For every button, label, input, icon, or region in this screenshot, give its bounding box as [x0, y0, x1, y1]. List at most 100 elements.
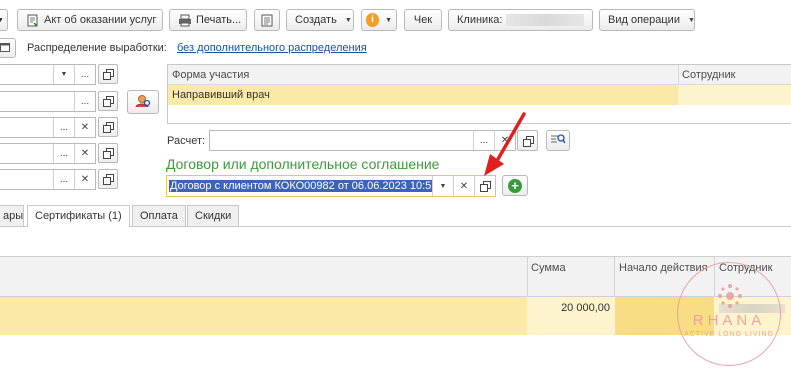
watermark-tagline: ACTIVE LONG LIVING [684, 331, 774, 338]
chevron-down-icon[interactable]: ▼ [432, 176, 453, 196]
tab-certificates-label: Сертификаты (1) [35, 210, 122, 222]
report-icon [260, 14, 274, 27]
red-arrow-annotation [484, 112, 526, 176]
calc-label: Расчет: [167, 135, 206, 147]
chevron-down-icon: ▼ [385, 16, 392, 24]
row-sum-cell: 20 000,00 [561, 302, 610, 314]
open-button[interactable] [98, 91, 118, 111]
col-start-header[interactable]: Начало действия [619, 262, 708, 274]
left-field-2-value [0, 92, 74, 111]
operation-type-button[interactable]: Вид операции ▼ [599, 9, 695, 31]
distribution-label: Распределение выработки: [27, 42, 167, 54]
document-arrow-icon [26, 14, 40, 27]
col-employee-header[interactable]: Сотрудник [682, 69, 735, 81]
calc-value [210, 131, 473, 150]
dna-emblem-icon [718, 284, 742, 308]
contract-title: Договор или дополнительное соглашение [166, 156, 440, 172]
clear-icon[interactable]: ✕ [74, 118, 95, 137]
add-contract-button[interactable]: + [502, 175, 528, 196]
clinic-button[interactable]: Клиника: [448, 9, 593, 31]
ellipsis-icon[interactable]: ... [53, 170, 74, 189]
left-field-2[interactable]: ... [0, 91, 96, 112]
participation-table: Форма участия Сотрудник Направивший врач [167, 64, 791, 124]
open-button[interactable] [98, 64, 118, 84]
ellipsis-icon[interactable]: ... [74, 92, 95, 111]
tab-discounts-label: Скидки [195, 210, 232, 222]
col-sum-header[interactable]: Сумма [531, 262, 566, 274]
tab-goods[interactable]: ары [0, 205, 24, 226]
open-icon [103, 96, 114, 107]
clinic-label: Клиника: [457, 14, 503, 26]
open-button[interactable] [98, 143, 118, 163]
certificates-header: Сумма Начало действия Сотрудник [0, 257, 791, 297]
contract-field[interactable]: Договор с клиентом КОКО00982 от 06.06.20… [166, 175, 496, 197]
left-field-1-value [0, 65, 53, 84]
left-field-4-value [0, 144, 53, 163]
tab-certificates[interactable]: Сертификаты (1) [27, 205, 130, 227]
chevron-down-icon: ▼ [344, 16, 352, 24]
tab-payment[interactable]: Оплата [132, 205, 186, 226]
row-left-cell [0, 297, 527, 335]
print-label: Печать... [196, 14, 242, 26]
calc-field[interactable]: ... ✕ [209, 130, 516, 151]
header-divider [678, 65, 679, 85]
clinic-value-redacted [506, 14, 584, 26]
add-icon: + [508, 178, 522, 193]
open-icon [103, 122, 114, 133]
create-dropdown-button[interactable]: Создать ▼ [286, 9, 354, 31]
print-button[interactable]: Печать... [169, 9, 247, 31]
ellipsis-icon[interactable]: ... [53, 118, 74, 137]
tab-goods-label: ары [3, 210, 24, 222]
left-field-4[interactable]: ... ✕ [0, 143, 96, 164]
check-button[interactable]: Чек [404, 9, 442, 31]
tab-payment-label: Оплата [140, 210, 178, 222]
operation-type-label: Вид операции [608, 14, 680, 26]
create-label: Создать [295, 14, 337, 26]
open-contract-button[interactable] [474, 176, 495, 196]
rhana-watermark: RHANA ACTIVE LONG LIVING [677, 262, 781, 366]
report-button[interactable] [254, 9, 280, 31]
contract-value-wrap: Договор с клиентом КОКО00982 от 06.06.20… [167, 176, 432, 196]
open-icon [480, 181, 491, 192]
clear-icon[interactable]: ✕ [453, 176, 474, 196]
search-calc-button[interactable] [546, 130, 570, 151]
open-button[interactable] [98, 169, 118, 189]
table-row[interactable]: 20 000,00 [0, 297, 791, 335]
left-field-1[interactable]: ▼ ... [0, 64, 96, 85]
check-label: Чек [413, 14, 433, 26]
ellipsis-icon[interactable]: ... [74, 65, 95, 84]
tab-discounts[interactable]: Скидки [187, 205, 240, 226]
contract-value: Договор с клиентом КОКО00982 от 06.06.20… [169, 180, 432, 192]
open-icon [103, 148, 114, 159]
act-services-label: Акт об оказании услуг [44, 14, 157, 26]
chevron-down-icon[interactable]: ▼ [53, 65, 74, 84]
clear-icon[interactable]: ✕ [74, 170, 95, 189]
watermark-brand: RHANA [692, 312, 766, 329]
printer-icon [178, 14, 192, 27]
distribution-link[interactable]: без дополнительного распределения [177, 42, 367, 54]
search-list-icon [550, 133, 566, 148]
menu-button-partial[interactable]: ▼ [0, 9, 8, 31]
select-employee-button[interactable] [127, 90, 159, 114]
ellipsis-icon[interactable]: ... [53, 144, 74, 163]
open-button[interactable] [98, 117, 118, 137]
calendar-icon [0, 42, 10, 55]
col-form-header[interactable]: Форма участия [172, 69, 249, 81]
row-form-cell: Направивший врач [172, 89, 270, 101]
left-field-5-value [0, 170, 53, 189]
certificates-table: Сумма Начало действия Сотрудник 20 000,0… [0, 256, 791, 336]
table-row[interactable]: Направивший врач [168, 85, 791, 105]
left-field-3-value [0, 118, 53, 137]
caret-icon: ▼ [0, 16, 4, 24]
clear-icon[interactable]: ✕ [74, 144, 95, 163]
info-icon: i [366, 13, 380, 27]
calendar-button[interactable] [0, 38, 16, 58]
chevron-down-icon: ▼ [687, 16, 695, 24]
header-divider [527, 257, 528, 297]
person-search-icon [135, 94, 151, 111]
left-field-5[interactable]: ... ✕ [0, 169, 96, 190]
act-services-button[interactable]: Акт об оказании услуг [17, 9, 163, 31]
row-employee-cell [678, 85, 791, 105]
info-dropdown-button[interactable]: i ▼ [361, 9, 397, 31]
left-field-3[interactable]: ... ✕ [0, 117, 96, 138]
